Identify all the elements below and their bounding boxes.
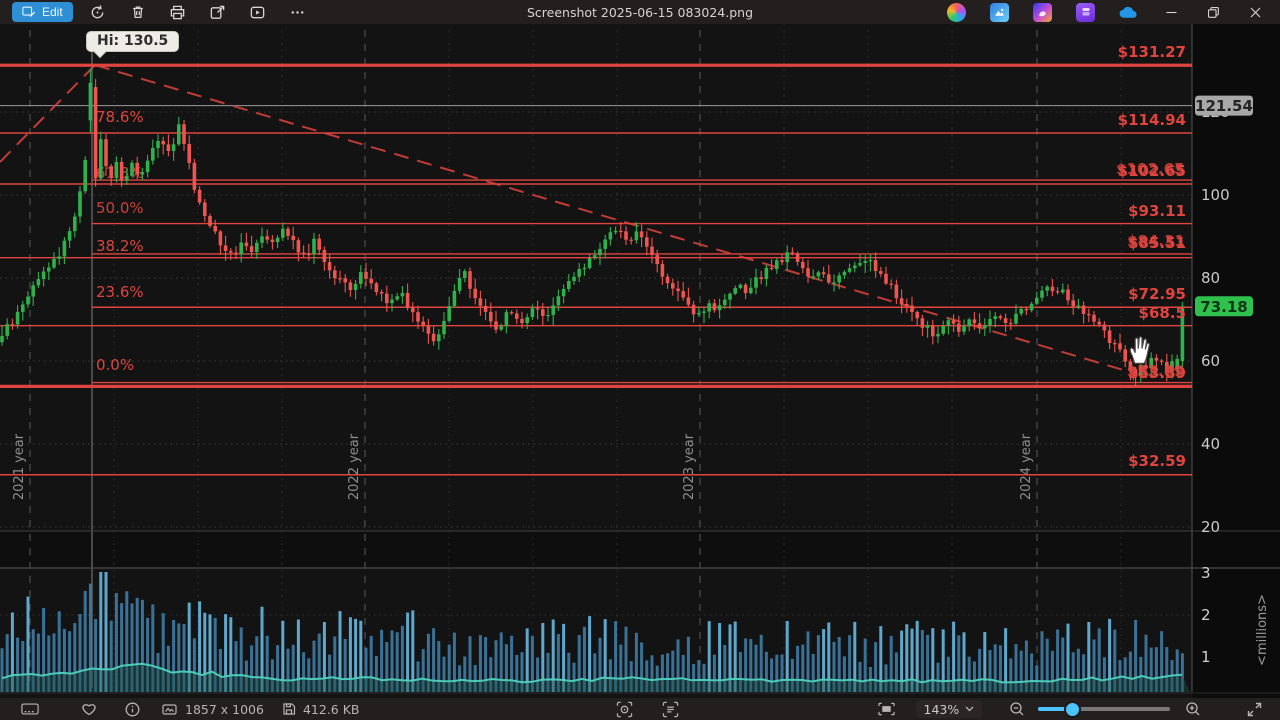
close-button[interactable] bbox=[1234, 0, 1276, 24]
svg-text:2023 year: 2023 year bbox=[682, 433, 697, 500]
candle bbox=[93, 78, 98, 187]
svg-text:40: 40 bbox=[1201, 435, 1220, 453]
svg-text:$85.51: $85.51 bbox=[1128, 234, 1186, 252]
titlebar: Edit Screenshot 2025-06-15 083024.png bbox=[0, 0, 1280, 24]
edit-button[interactable]: Edit bbox=[12, 2, 73, 22]
edit-icon bbox=[22, 6, 36, 17]
delete-icon[interactable] bbox=[123, 1, 153, 23]
svg-text:1: 1 bbox=[1201, 648, 1211, 666]
svg-text:$102.65: $102.65 bbox=[1118, 162, 1186, 180]
svg-text:0.0%: 0.0% bbox=[96, 356, 134, 374]
photos-icon[interactable] bbox=[990, 2, 1009, 22]
fullscreen-icon[interactable] bbox=[1240, 702, 1268, 717]
zoom-level-value: 143% bbox=[923, 701, 960, 717]
rotate-icon[interactable] bbox=[83, 1, 113, 23]
image-viewer-canvas[interactable]: 61.8%50.0%78.6%38.2%23.6%0.0%$131.27$114… bbox=[0, 24, 1280, 698]
gray-price-badge: 121.54 bbox=[1195, 95, 1253, 116]
fit-to-window-icon[interactable] bbox=[872, 702, 902, 716]
high-tooltip-text: Hi: 130.5 bbox=[97, 33, 169, 49]
restore-button[interactable] bbox=[1192, 0, 1234, 24]
stock-chart-image: 61.8%50.0%78.6%38.2%23.6%0.0%$131.27$114… bbox=[0, 24, 1280, 698]
file-size: 412.6 KB bbox=[302, 701, 360, 717]
candle bbox=[83, 156, 87, 194]
minimize-button[interactable] bbox=[1150, 0, 1192, 24]
titlebar-tools: Edit bbox=[0, 1, 313, 23]
last-price-badge: 73.18 bbox=[1195, 296, 1253, 317]
svg-text:73.18: 73.18 bbox=[1200, 298, 1247, 316]
svg-text:78.6%: 78.6% bbox=[96, 108, 144, 126]
dimensions-icon bbox=[162, 703, 177, 716]
high-tooltip: Hi: 130.5 bbox=[86, 31, 180, 52]
chart-background bbox=[0, 24, 1280, 698]
svg-text:38.2%: 38.2% bbox=[96, 237, 144, 255]
text-actions-icon[interactable] bbox=[656, 701, 686, 718]
copilot-icon[interactable] bbox=[947, 2, 966, 22]
svg-text:2021 year: 2021 year bbox=[12, 433, 27, 500]
info-icon[interactable] bbox=[118, 702, 146, 717]
svg-text:100: 100 bbox=[1201, 186, 1230, 204]
svg-text:60: 60 bbox=[1201, 352, 1220, 370]
designer-icon[interactable] bbox=[1033, 2, 1052, 22]
chevron-down-icon bbox=[965, 706, 974, 712]
volume-axis-unit: <millions> bbox=[1255, 594, 1270, 666]
favorite-icon[interactable] bbox=[75, 702, 103, 716]
svg-text:$32.59: $32.59 bbox=[1128, 452, 1186, 470]
svg-text:$131.27: $131.27 bbox=[1118, 43, 1186, 61]
svg-text:2: 2 bbox=[1201, 606, 1211, 624]
candle bbox=[192, 158, 197, 194]
zoom-in-icon[interactable] bbox=[1180, 701, 1206, 717]
file-size-icon bbox=[282, 702, 296, 716]
zoom-out-icon[interactable] bbox=[1004, 701, 1030, 717]
edit-button-label: Edit bbox=[42, 5, 63, 19]
svg-text:23.6%: 23.6% bbox=[96, 283, 144, 301]
svg-text:2022 year: 2022 year bbox=[347, 433, 362, 500]
svg-text:$93.11: $93.11 bbox=[1128, 202, 1186, 220]
svg-text:$72.95: $72.95 bbox=[1128, 285, 1186, 303]
svg-text:3: 3 bbox=[1201, 564, 1211, 582]
image-dimensions: 1857 x 1006 bbox=[185, 701, 264, 717]
svg-text:20: 20 bbox=[1201, 518, 1220, 536]
svg-text:121.54: 121.54 bbox=[1195, 97, 1253, 115]
statusbar: 1857 x 1006 412.6 KB 143% bbox=[0, 698, 1280, 720]
svg-text:$68.5: $68.5 bbox=[1139, 304, 1186, 322]
svg-text:2024 year: 2024 year bbox=[1019, 433, 1034, 500]
share-icon[interactable] bbox=[203, 1, 233, 23]
onedrive-icon[interactable] bbox=[1119, 3, 1138, 22]
slideshow-icon[interactable] bbox=[243, 1, 273, 23]
zoom-level-dropdown[interactable]: 143% bbox=[915, 700, 983, 718]
clipchamp-icon[interactable] bbox=[1076, 2, 1095, 22]
svg-text:$53.89: $53.89 bbox=[1128, 364, 1186, 382]
zoom-slider[interactable] bbox=[1038, 700, 1171, 718]
zoom-slider-thumb[interactable] bbox=[1064, 700, 1082, 718]
svg-text:50.0%: 50.0% bbox=[96, 199, 144, 217]
visual-search-icon[interactable] bbox=[610, 701, 640, 718]
svg-text:80: 80 bbox=[1201, 269, 1220, 287]
more-icon[interactable] bbox=[283, 1, 313, 23]
print-icon[interactable] bbox=[163, 1, 193, 23]
svg-text:$114.94: $114.94 bbox=[1118, 111, 1186, 129]
filmstrip-icon[interactable] bbox=[16, 702, 44, 716]
titlebar-right bbox=[935, 0, 1280, 24]
